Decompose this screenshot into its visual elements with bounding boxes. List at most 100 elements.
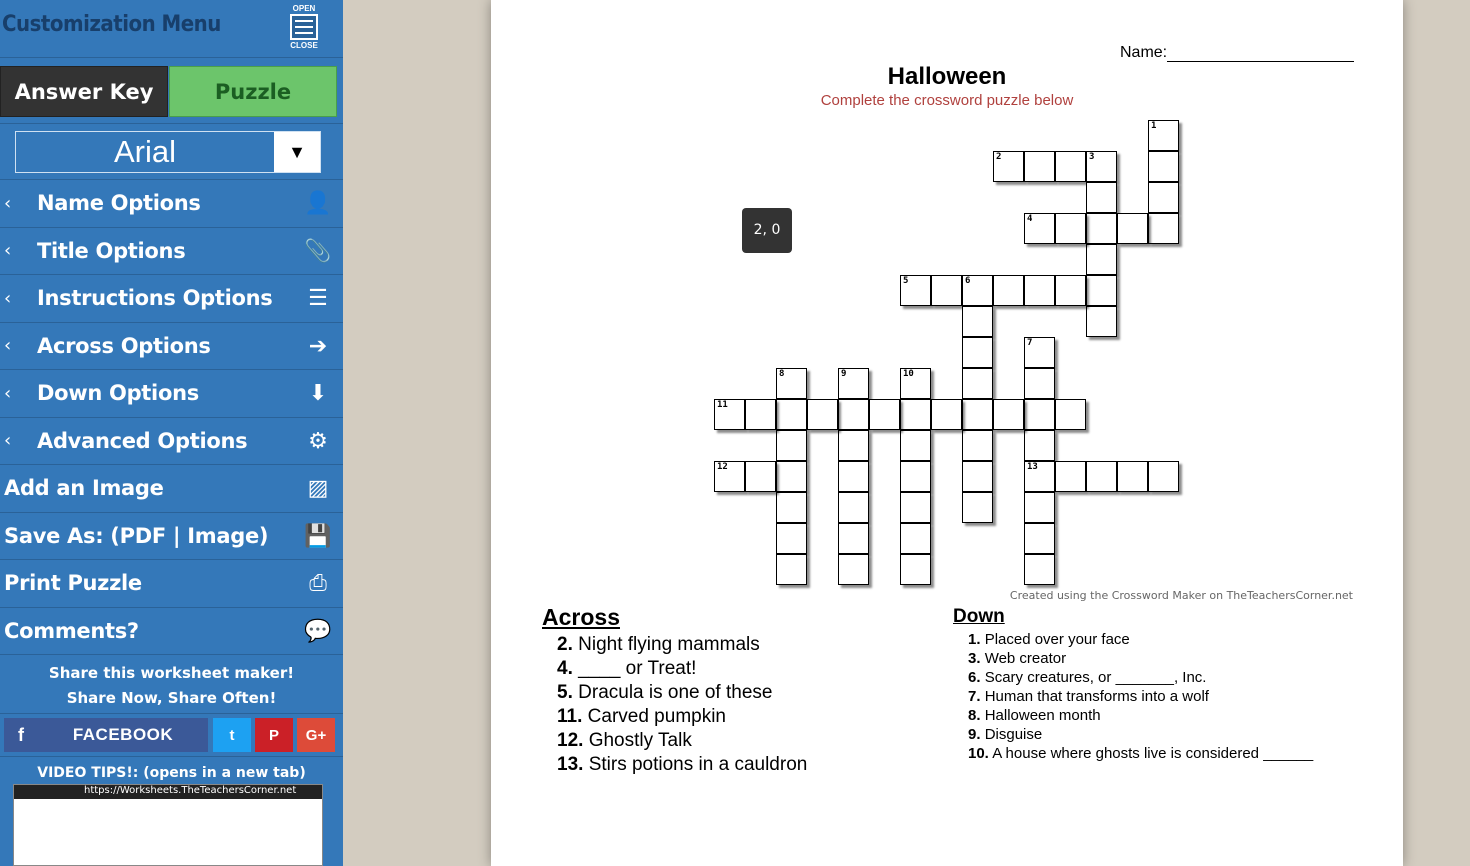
clue-item: 6. Scary creatures, or _______, Inc. xyxy=(968,668,1313,687)
crossword-cell xyxy=(1117,213,1148,244)
dropdown-arrow-icon[interactable]: ▼ xyxy=(274,132,320,172)
crossword-cell xyxy=(776,399,807,430)
clue-item: 8. Halloween month xyxy=(968,706,1313,725)
clue-item: 11. Carved pumpkin xyxy=(557,705,807,729)
menu-item[interactable]: ‹ Across Options ➔ xyxy=(0,323,343,370)
menu-item[interactable]: ‹ Instructions Options ☰ xyxy=(0,275,343,323)
crossword-cell xyxy=(1117,461,1148,492)
crossword-cell xyxy=(776,492,807,523)
pinterest-icon: P xyxy=(268,726,279,744)
crossword-cell xyxy=(1086,213,1117,244)
menu-toggle-button[interactable]: OPEN CLOSE xyxy=(286,4,322,54)
cell-number: 7 xyxy=(1027,338,1033,348)
crossword-cell xyxy=(1024,492,1055,523)
menu-item-label: Print Puzzle xyxy=(4,571,142,596)
crossword-cell: 12 xyxy=(714,461,745,492)
facebook-share-button[interactable]: f FACEBOOK xyxy=(4,718,208,752)
crossword-cell xyxy=(1148,151,1179,182)
menu-item[interactable]: Add an Image ▨ xyxy=(0,465,343,513)
chevron-left-icon: ‹ xyxy=(4,335,12,357)
crossword-cell xyxy=(931,399,962,430)
crossword-cell: 11 xyxy=(714,399,745,430)
clue-text: Disguise xyxy=(984,726,1043,743)
menu-item[interactable]: Save As: (PDF | Image) 💾 xyxy=(0,513,343,560)
clue-item: 2. Night flying mammals xyxy=(557,633,807,657)
google-plus-icon: G+ xyxy=(305,726,327,744)
menu-item[interactable]: ‹ Title Options 📎 xyxy=(0,228,343,275)
customization-sidebar: Customization Menu OPEN CLOSE Answer Key… xyxy=(0,0,343,866)
crossword-cell xyxy=(1055,399,1086,430)
clue-text: Scary creatures, or _______, Inc. xyxy=(984,669,1207,686)
pinterest-share-button[interactable]: P xyxy=(255,718,293,752)
chevron-left-icon: ‹ xyxy=(4,240,12,262)
clue-text: Night flying mammals xyxy=(578,634,760,655)
cell-number: 12 xyxy=(717,462,728,472)
name-underline xyxy=(1167,45,1355,62)
crossword-cell: 6 xyxy=(962,275,993,306)
menu-item-label: Instructions Options xyxy=(37,286,273,311)
clue-text: Halloween month xyxy=(984,707,1101,724)
crossword-cell xyxy=(962,337,993,368)
puzzle-button[interactable]: Puzzle xyxy=(169,66,337,117)
arrow-right-circle-icon: ➔ xyxy=(308,332,328,358)
list-icon: ☰ xyxy=(308,285,328,311)
menu-item[interactable]: ‹ Down Options ⬇ xyxy=(0,370,343,418)
crossword-cell: 3 xyxy=(1086,151,1117,182)
clue-text: Ghostly Talk xyxy=(588,730,692,751)
cell-number: 3 xyxy=(1089,152,1095,162)
crossword-cell: 2 xyxy=(993,151,1024,182)
crossword-cell xyxy=(776,430,807,461)
crossword-cell xyxy=(1024,275,1055,306)
clue-number: 10. xyxy=(968,745,989,762)
crossword-cell xyxy=(962,461,993,492)
clue-item: 12. Ghostly Talk xyxy=(557,729,807,753)
font-row: Arial ▼ xyxy=(0,124,343,180)
crossword-cell xyxy=(900,461,931,492)
crossword-cell xyxy=(776,461,807,492)
crossword-cell: 13 xyxy=(1024,461,1055,492)
crossword-cell: 10 xyxy=(900,368,931,399)
crossword-cell xyxy=(1086,306,1117,337)
arrow-down-circle-icon: ⬇ xyxy=(308,380,328,406)
crossword-cell xyxy=(962,399,993,430)
font-select[interactable]: Arial ▼ xyxy=(15,131,321,173)
twitter-share-button[interactable]: t xyxy=(213,718,251,752)
video-thumbnail[interactable]: https://Worksheets.TheTeachersCorner.net xyxy=(13,784,323,866)
crossword-cell xyxy=(900,523,931,554)
name-field: Name: xyxy=(1120,44,1355,62)
menu-item-label: Across Options xyxy=(37,333,211,358)
clue-number: 8. xyxy=(968,707,981,724)
menu-item[interactable]: ‹ Name Options 👤 xyxy=(0,180,343,228)
toggle-open-label: OPEN xyxy=(292,4,316,13)
crossword-cell xyxy=(900,554,931,585)
crossword-cell xyxy=(900,492,931,523)
crossword-cell: 7 xyxy=(1024,337,1055,368)
crossword-cell xyxy=(1024,368,1055,399)
clue-number: 6. xyxy=(968,669,981,686)
user-icon: 👤 xyxy=(304,190,332,216)
crossword-cell xyxy=(962,492,993,523)
menu-item[interactable]: ‹ Advanced Options ⚙ xyxy=(0,418,343,465)
clue-number: 2. xyxy=(557,634,573,655)
google-plus-share-button[interactable]: G+ xyxy=(297,718,335,752)
worksheet-subtitle: Complete the crossword puzzle below xyxy=(820,92,1074,109)
facebook-label: FACEBOOK xyxy=(72,725,174,744)
crossword-cell xyxy=(931,275,962,306)
crossword-cell xyxy=(1024,399,1055,430)
clue-number: 7. xyxy=(968,688,981,705)
menu-item[interactable]: Print Puzzle ⎙ xyxy=(0,560,343,608)
crossword-cell: 4 xyxy=(1024,213,1055,244)
crossword-cell: 1 xyxy=(1148,120,1179,151)
crossword-cell xyxy=(838,492,869,523)
video-tips-label[interactable]: VIDEO TIPS!: (opens in a new tab) xyxy=(0,757,343,787)
crossword-cell xyxy=(1055,213,1086,244)
share-line-1: Share this worksheet maker! xyxy=(48,664,295,682)
crossword-cell xyxy=(1055,461,1086,492)
clue-number: 3. xyxy=(968,650,981,667)
cell-number: 13 xyxy=(1027,462,1038,472)
clue-number: 5. xyxy=(557,682,573,703)
down-heading: Down xyxy=(953,606,1005,627)
menu-item[interactable]: Comments? 💬 xyxy=(0,608,343,655)
crossword-cell xyxy=(1086,244,1117,275)
answer-key-button[interactable]: Answer Key xyxy=(0,66,168,117)
